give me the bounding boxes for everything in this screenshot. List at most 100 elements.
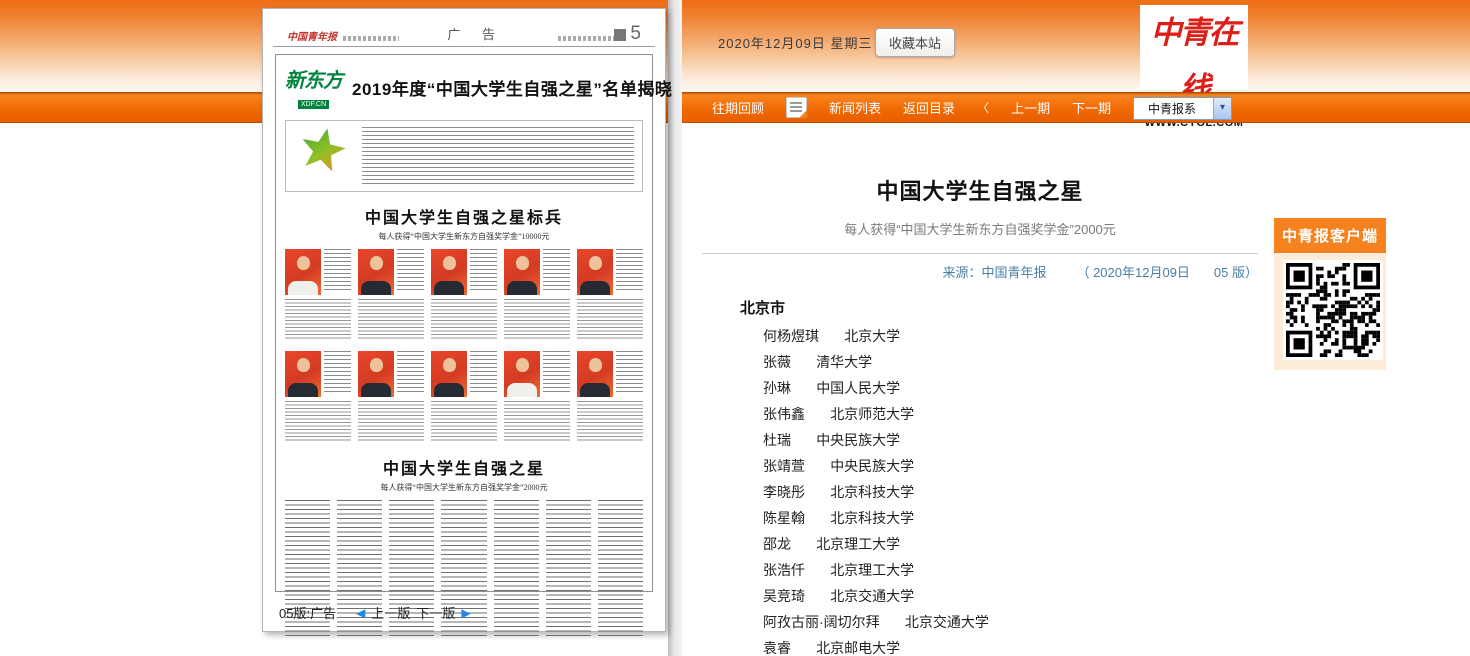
masthead-fine-print (558, 36, 614, 41)
nav-next-issue[interactable]: 下一期 (1072, 98, 1111, 117)
nav-past-issues[interactable]: 往期回顾 (712, 98, 764, 117)
winner-name-column (494, 500, 539, 636)
profile-bio-lines (285, 401, 351, 441)
page-number-block: 5 (614, 25, 641, 43)
student-row: 张薇清华大学 (763, 349, 1258, 375)
intro-box (285, 120, 643, 192)
source-line: 来源：中国青年报 （ 2020年12月09日 05 版） (702, 262, 1258, 281)
source-name[interactable]: 中国青年报 (981, 265, 1046, 280)
student-row: 孙琳中国人民大学 (763, 375, 1258, 401)
profile-bio-lines (577, 401, 643, 441)
site-logo[interactable]: 中青在线 WWW.CYOL.COM (1140, 5, 1248, 89)
portrait-photo (577, 249, 613, 295)
profile-cell (285, 249, 351, 341)
current-page-label: 05版:广告 (279, 603, 336, 622)
portrait-photo (285, 249, 321, 295)
chevron-down-icon: ▾ (1213, 98, 1231, 119)
student-row: 邵龙北京理工大学 (763, 531, 1258, 557)
article-title: 中国大学生自强之星 (702, 174, 1258, 206)
section2-title: 中国大学生自强之星 (285, 455, 643, 479)
student-row: 李晓彤北京科技大学 (763, 479, 1258, 505)
student-row: 何杨煜琪北京大学 (763, 323, 1258, 349)
ad-border-box: 新东方 XDF.CN 2019年度“中国大学生自强之星”名单揭晓 (275, 54, 653, 592)
profiles-row-1 (285, 249, 643, 341)
source-label: 来源： (942, 265, 981, 280)
prev-page-icon[interactable]: ◀ (356, 606, 365, 620)
profile-bio-lines (358, 401, 424, 441)
current-date: 2020年12月09日 星期三 (718, 33, 872, 52)
issue-info: （ 2020年12月09日 (1076, 265, 1189, 280)
next-page-icon[interactable]: ▶ (461, 606, 470, 620)
student-list: 何杨煜琪北京大学张薇清华大学孙琳中国人民大学张伟鑫北京师范大学杜瑞中央民族大学张… (763, 323, 1258, 656)
qr-code (1283, 260, 1383, 360)
issue-page: 05 版） (1214, 265, 1258, 280)
profiles-row-2 (285, 351, 643, 443)
xdf-logo: 新东方 XDF.CN (285, 64, 342, 111)
profile-cell (358, 249, 424, 341)
portrait-photo (358, 249, 394, 295)
portrait-photo (285, 351, 321, 397)
profile-name-lines (397, 249, 424, 293)
profile-name-lines (543, 351, 570, 395)
profile-cell (504, 249, 570, 341)
portrait-photo (431, 351, 467, 397)
profile-name-lines (543, 249, 570, 293)
profile-name-lines (616, 351, 643, 395)
portrait-photo (504, 351, 540, 397)
xdf-logo-text: 新东方 (285, 70, 342, 92)
profile-name-lines (324, 351, 351, 395)
profile-name-lines (470, 249, 497, 293)
issue-list-icon[interactable] (786, 97, 807, 118)
profile-cell (358, 351, 424, 443)
winner-name-column (598, 500, 643, 636)
profile-bio-lines (577, 299, 643, 339)
region-header: 北京市 (740, 297, 1258, 318)
page: 中国青年报 广 告 5 新东方 XDF.CN 2019年度“中国大学生自强之星”… (0, 0, 1470, 656)
student-row: 阿孜古丽·阔切尔拜北京交通大学 (763, 609, 1258, 635)
masthead-fine-print (343, 36, 399, 41)
prev-page-link[interactable]: 上一版 (371, 603, 410, 622)
portrait-photo (504, 249, 540, 295)
qr-code-wrap (1274, 253, 1386, 370)
profile-cell (577, 351, 643, 443)
profile-bio-lines (358, 299, 424, 339)
newspaper-viewer-frame: 中国青年报 广 告 5 新东方 XDF.CN 2019年度“中国大学生自强之星”… (0, 0, 668, 656)
winner-name-column (546, 500, 591, 636)
section1-title: 中国大学生自强之星标兵 (285, 204, 643, 228)
paper-series-select[interactable]: 中青报系 ▾ (1133, 97, 1232, 120)
right-header-gradient: 2020年12月09日 星期三 收藏本站 中青在线 WWW.CYOL.COM (682, 0, 1470, 92)
student-row: 陈星翰北京科技大学 (763, 505, 1258, 531)
page-grid-icon (614, 29, 626, 41)
favorite-site-button[interactable]: 收藏本站 (875, 28, 955, 57)
student-row: 杜瑞中央民族大学 (763, 427, 1258, 453)
newspaper-page-panel: 中国青年报 广 告 5 新东方 XDF.CN 2019年度“中国大学生自强之星”… (262, 8, 666, 632)
portrait-photo (577, 351, 613, 397)
article-content: 中国大学生自强之星 每人获得“中国大学生新东方自强奖学金”2000元 来源：中国… (702, 122, 1258, 656)
profile-name-lines (397, 351, 424, 395)
xdf-logo-domain: XDF.CN (298, 100, 329, 109)
profile-cell (431, 351, 497, 443)
nav-prev-issue[interactable]: 上一期 (1011, 98, 1050, 117)
nav-news-list[interactable]: 新闻列表 (829, 98, 881, 117)
section2-subtitle: 每人获得“中国大学生新东方自强奖学金”2000元 (285, 482, 643, 493)
prev-issue-icon[interactable]: 〈 (977, 99, 989, 116)
nav-back-to-contents[interactable]: 返回目录 (903, 98, 955, 117)
student-row: 吴竞琦北京交通大学 (763, 583, 1258, 609)
right-navbar: 往期回顾 新闻列表 返回目录 〈 上一期 下一期 〉 中青报系 ▾ (682, 92, 1470, 123)
next-page-link[interactable]: 下一版 (416, 603, 455, 622)
portrait-photo (431, 249, 467, 295)
newspaper-brand: 中国青年报 (287, 28, 337, 43)
profile-bio-lines (431, 401, 497, 441)
paper-series-value: 中青报系 (1134, 100, 1213, 117)
app-promo-title: 中青报客户端 (1274, 218, 1386, 253)
page-number: 5 (630, 25, 641, 43)
profile-cell (504, 351, 570, 443)
zqzx-star-logo (294, 127, 352, 185)
student-row: 张浩仟北京理工大学 (763, 557, 1258, 583)
article-frame: 2020年12月09日 星期三 收藏本站 中青在线 WWW.CYOL.COM 往… (682, 0, 1470, 656)
section1-subtitle: 每人获得“中国大学生新东方自强奖学金”10000元 (285, 231, 643, 242)
ad-headline: 2019年度“中国大学生自强之星”名单揭晓 (352, 75, 672, 100)
student-row: 张靖萱中央民族大学 (763, 453, 1258, 479)
student-row: 张伟鑫北京师范大学 (763, 401, 1258, 427)
profile-cell (431, 249, 497, 341)
